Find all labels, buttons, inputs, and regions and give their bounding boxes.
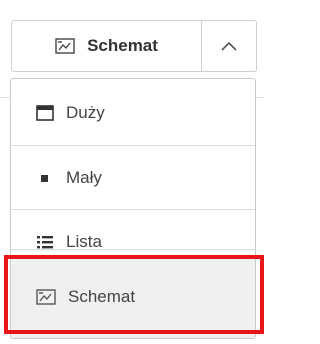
view-toolbar: Schemat [11,20,257,72]
chevron-up-icon [220,40,238,52]
list-view-icon [36,234,54,250]
menu-separator [11,249,255,250]
menu-item-large[interactable]: Duży [11,81,255,145]
small-view-icon [36,170,54,186]
menu-item-label: Mały [66,168,102,187]
view-mode-menu: Duży Mały Lista Schemat [10,78,256,339]
menu-item-schema[interactable]: Schemat [11,255,255,338]
collapse-toggle-button[interactable] [202,21,256,71]
menu-item-small[interactable]: Mały [11,146,255,210]
view-mode-button[interactable]: Schemat [12,21,202,71]
schema-icon [36,289,56,305]
large-view-icon [36,105,54,121]
menu-item-label: Duży [66,103,105,122]
view-mode-label: Schemat [87,36,158,55]
menu-item-label: Schemat [68,287,136,306]
schema-icon [55,38,75,54]
